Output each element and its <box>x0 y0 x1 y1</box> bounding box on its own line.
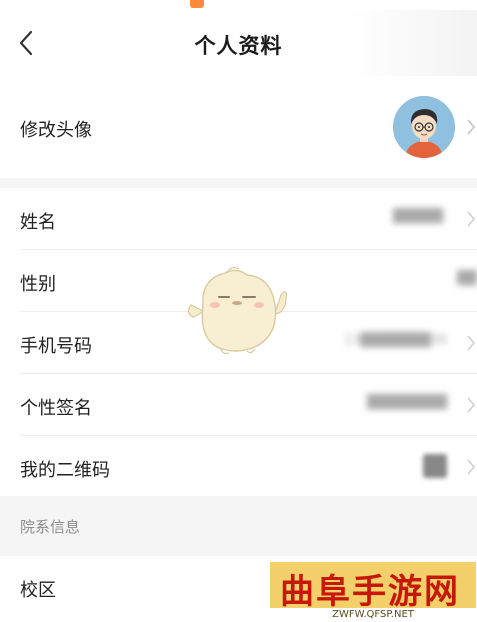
signature-row[interactable]: 个性签名 ████████ <box>0 374 477 436</box>
avatar[interactable] <box>393 96 455 158</box>
qrcode-label: 我的二维码 <box>20 460 110 481</box>
site-watermark: 曲阜手游网 ZWFW.QFSP.NET <box>270 562 476 622</box>
signature-label: 个性签名 <box>20 398 92 419</box>
chevron-right-icon <box>466 118 476 136</box>
gender-label: 性别 <box>20 274 56 295</box>
qrcode-icon <box>423 454 447 478</box>
avatar-person-icon <box>393 96 455 158</box>
phone-label: 手机号码 <box>20 336 92 357</box>
signature-value: ████████ <box>367 395 447 410</box>
section-title: 院系信息 <box>20 518 81 536</box>
chevron-right-icon <box>466 210 476 228</box>
notification-dot-icon <box>190 0 204 8</box>
watermark-url: ZWFW.QFSP.NET <box>270 608 476 622</box>
page-title: 个人资料 <box>194 34 283 58</box>
section-header: 院系信息 <box>0 496 477 556</box>
edit-avatar-label: 修改头像 <box>20 120 92 141</box>
status-bar <box>0 0 477 10</box>
chevron-right-icon <box>466 334 476 352</box>
name-value: █████ <box>393 209 443 224</box>
edit-avatar-row[interactable]: 修改头像 <box>0 76 477 178</box>
watermark-title: 曲阜手游网 <box>280 572 460 612</box>
qrcode-row[interactable]: 我的二维码 <box>0 436 477 498</box>
campus-value <box>230 580 270 600</box>
name-label: 姓名 <box>20 212 56 233</box>
chevron-right-icon <box>466 396 476 414</box>
phone-value: 13███████00 <box>343 333 447 348</box>
name-row[interactable]: 姓名 █████ <box>0 188 477 250</box>
nav-bar: 个人资料 <box>0 10 477 76</box>
mascot-sticker-icon <box>185 265 293 357</box>
chevron-right-icon <box>466 458 476 476</box>
gender-value: ██ <box>457 271 477 286</box>
campus-label: 校区 <box>20 580 56 601</box>
